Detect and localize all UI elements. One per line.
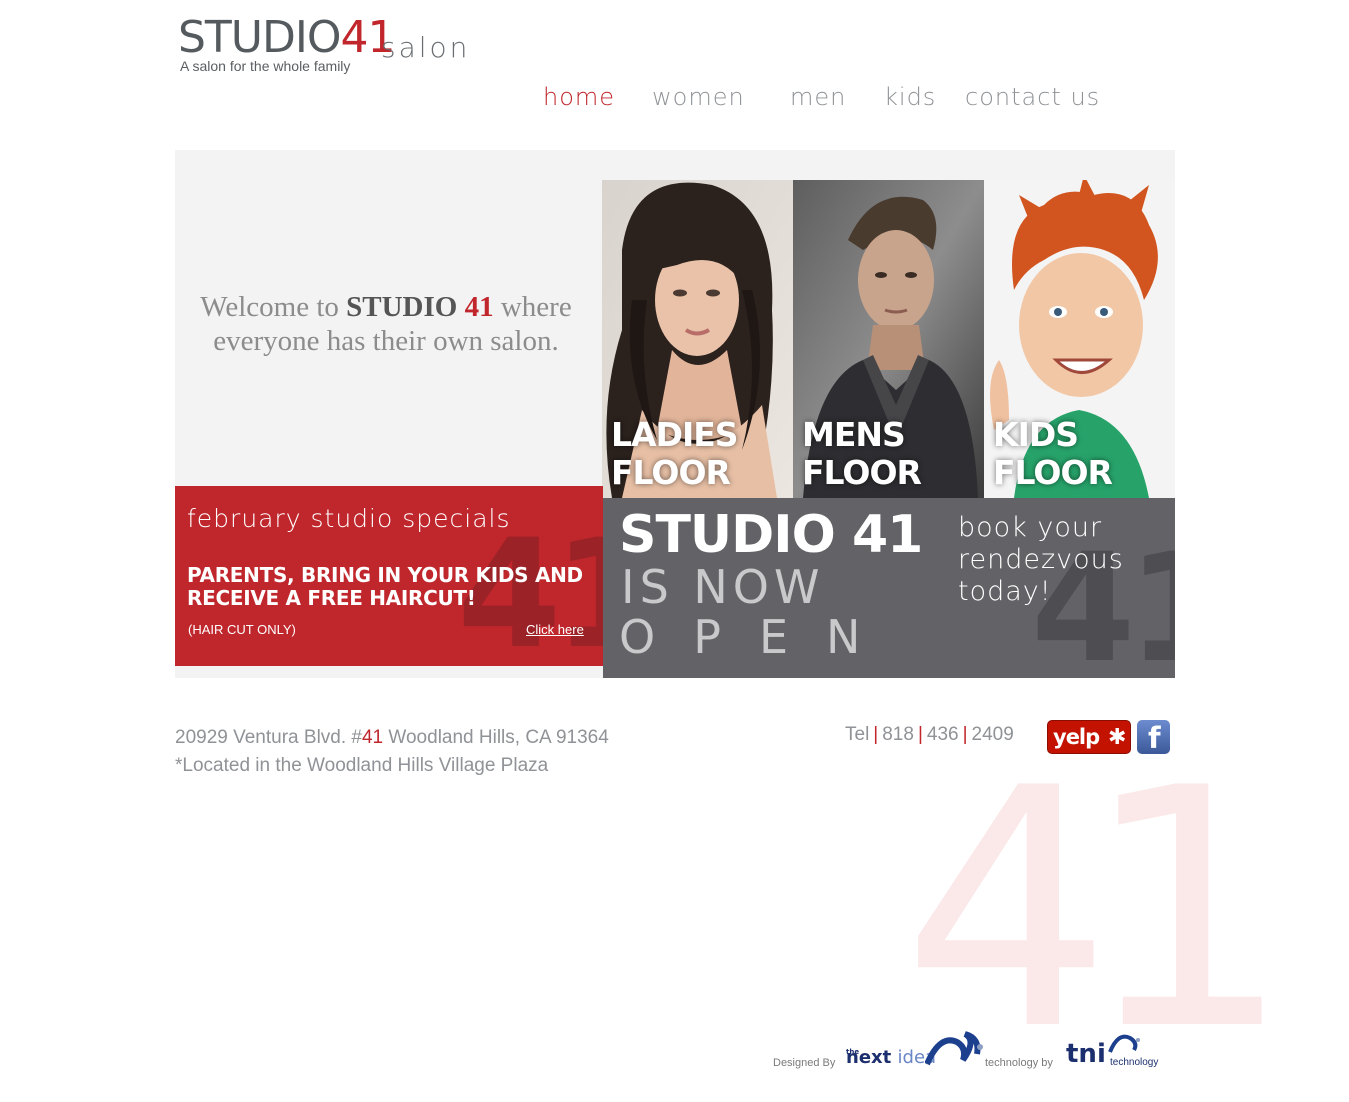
logo-salon: salon [381,31,471,64]
address-block: 20929 Ventura Blvd. #41 Woodland Hills, … [175,724,609,780]
kids-floor-label: KIDS FLOOR [993,415,1113,492]
technology-by-label: technology by [985,1057,1053,1069]
facebook-button[interactable]: f [1137,720,1170,755]
tel-prefix: 436 [926,724,959,745]
specials-click-here-link[interactable]: Click here [526,622,584,637]
tel-separator: | [873,724,879,745]
mens-floor-line1: MENS [802,415,906,454]
ladies-floor-line1: LADIES [611,415,739,454]
tel-area-code: 818 [882,724,914,745]
tel-separator: | [917,724,923,745]
kids-floor-tile[interactable]: KIDS FLOOR [984,180,1175,498]
address-start: 20929 Ventura Blvd. # [175,727,362,748]
mens-floor-label: MENS FLOOR [802,415,922,492]
nav-men[interactable]: men [790,82,846,112]
next-idea-logo[interactable]: the next idea [846,1048,936,1068]
tni-technology-text: technology [1110,1057,1159,1068]
now-open-box[interactable]: 41 STUDIO 41 IS NOW OPEN book your rende… [603,498,1175,678]
open-is-now: IS NOW [621,560,825,614]
open-title: STUDIO 41 [619,505,923,565]
nav-contact-us[interactable]: contact us [965,82,1100,112]
tni-logo[interactable]: tni [1066,1040,1106,1068]
tel-separator: | [962,724,968,745]
logo-tagline: A salon for the whole family [180,58,351,74]
tel-label: Tel [845,724,870,745]
mens-floor-tile[interactable]: MENS FLOOR [793,180,984,498]
welcome-message: Welcome to STUDIO 41 where everyone has … [190,290,582,358]
nav-kids[interactable]: kids [884,82,936,112]
yelp-logo-text: yelp [1053,725,1100,749]
next-idea-small: the [846,1048,860,1056]
yelp-button[interactable]: yelp ✱ [1047,720,1131,754]
mens-floor-line2: FLOOR [802,453,922,492]
welcome-intro: Welcome to [200,291,347,323]
next-idea-wave-icon [925,1031,983,1066]
address-number: 41 [361,727,384,748]
kids-floor-line1: KIDS [993,415,1079,454]
kids-floor-line2: FLOOR [993,453,1113,492]
tni-wave-icon [1108,1034,1140,1053]
yelp-burst-icon: ✱ [1108,725,1126,750]
nav-home[interactable]: home [543,82,615,112]
designed-by-label: Designed By [773,1057,836,1069]
address-end: Woodland Hills, CA 91364 [383,727,609,748]
facebook-icon: f [1148,721,1161,755]
telephone[interactable]: Tel | 818 | 436 | 2409 [845,723,1014,747]
address-note: *Located in the Woodland Hills Village P… [175,755,549,776]
specials-message: PARENTS, BRING IN YOUR KIDS AND RECEIVE … [187,563,583,610]
tel-line: 2409 [971,724,1014,745]
open-word: OPEN [619,610,899,664]
nav-women[interactable]: women [652,82,745,112]
welcome-brand-number: 41 [464,291,494,323]
specials-note: (HAIR CUT ONLY) [188,622,296,637]
logo-studio-text: STUDIO [178,12,342,63]
ladies-floor-tile[interactable]: LADIES FLOOR [602,180,793,498]
ladies-floor-line2: FLOOR [611,453,731,492]
book-rendezvous-text: book your rendezvous today! [958,512,1124,607]
specials-title: february studio specials [187,504,511,533]
monthly-specials-box: 41 february studio specials PARENTS, BRI… [175,486,603,666]
background-41-watermark: 41 [902,718,1292,1102]
logo-studio[interactable]: STUDIO41 [178,12,396,63]
welcome-brand: STUDIO [346,291,465,323]
street-address: 20929 Ventura Blvd. #41 Woodland Hills, … [175,724,609,752]
ladies-floor-label: LADIES FLOOR [611,415,739,492]
